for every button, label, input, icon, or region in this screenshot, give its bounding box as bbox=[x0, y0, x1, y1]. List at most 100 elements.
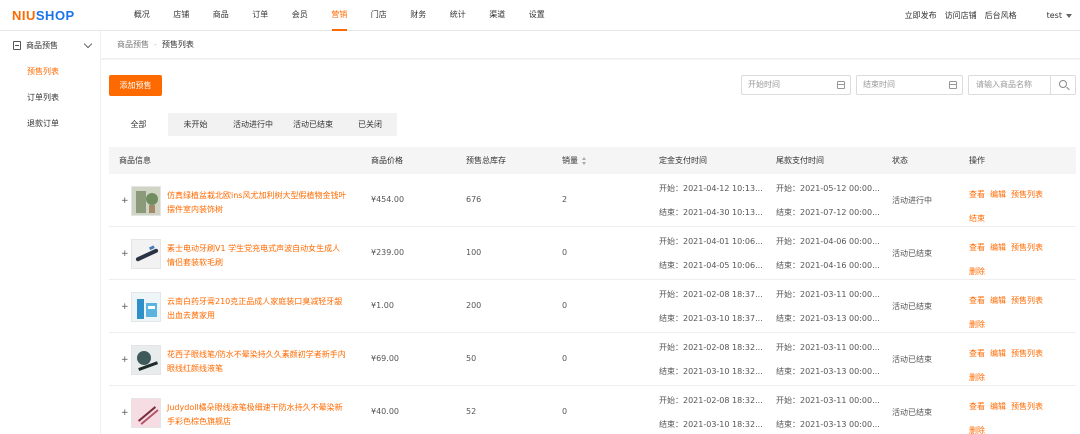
end-time-input[interactable]: 结束时间 bbox=[856, 75, 963, 95]
nav-goods[interactable]: 商品 bbox=[201, 0, 241, 31]
col-sales[interactable]: 销量 bbox=[562, 147, 587, 174]
table-row: + 花西子眼线笔/防水不晕染持久久素颜初学者新手内眼线红颜线液笔 ¥69.00 … bbox=[109, 333, 1076, 386]
nav-overview[interactable]: 概况 bbox=[122, 0, 162, 31]
col-status: 状态 bbox=[892, 156, 908, 165]
delete-link[interactable]: 删除 bbox=[969, 426, 985, 434]
col-operations: 操作 bbox=[969, 156, 985, 165]
nav-stores[interactable]: 门店 bbox=[359, 0, 399, 31]
expand-icon[interactable]: + bbox=[121, 408, 129, 418]
admin-style-link[interactable]: 后台风格 bbox=[985, 10, 1017, 21]
view-link[interactable]: 查看 bbox=[969, 349, 985, 358]
edit-link[interactable]: 编辑 bbox=[990, 243, 1006, 252]
delete-link[interactable]: 删除 bbox=[969, 320, 985, 329]
deposit-start: 开始：2021-04-01 10:06... bbox=[659, 237, 763, 246]
expand-icon[interactable]: + bbox=[121, 302, 129, 312]
sidebar-item-presale-list[interactable]: 预售列表 bbox=[0, 59, 100, 85]
tab-in-progress[interactable]: 活动进行中 bbox=[223, 113, 283, 136]
view-link[interactable]: 查看 bbox=[969, 243, 985, 252]
status-text: 活动已结束 bbox=[892, 302, 932, 311]
sidebar-item-refund-orders[interactable]: 退款订单 bbox=[0, 111, 100, 137]
calendar-icon bbox=[837, 81, 845, 89]
start-time-placeholder: 开始时间 bbox=[748, 80, 780, 89]
delete-link[interactable]: 删除 bbox=[969, 267, 985, 276]
publish-link[interactable]: 立即发布 bbox=[905, 10, 937, 21]
sidebar-item-order-list[interactable]: 订单列表 bbox=[0, 85, 100, 111]
user-menu[interactable]: test bbox=[1039, 11, 1072, 20]
tab-all[interactable]: 全部 bbox=[109, 113, 168, 136]
deposit-start: 开始：2021-04-12 10:13... bbox=[659, 184, 763, 193]
final-end: 结束：2021-03-13 00:00... bbox=[776, 314, 880, 323]
product-search-input[interactable]: 请输入商品名称 bbox=[968, 75, 1076, 95]
edit-link[interactable]: 编辑 bbox=[990, 296, 1006, 305]
sidebar-group-presale[interactable]: 商品预售 bbox=[0, 31, 100, 59]
sort-icon[interactable] bbox=[582, 156, 587, 165]
expand-icon[interactable]: + bbox=[121, 249, 129, 259]
table-row: + Judydoll橘朵眼线液笔极细速干防水持久不晕染新手彩色棕色旗舰店 ¥40… bbox=[109, 386, 1076, 434]
expand-icon[interactable]: + bbox=[121, 196, 129, 206]
presale-list-link[interactable]: 预售列表 bbox=[1011, 190, 1043, 199]
presale-list-link[interactable]: 预售列表 bbox=[1011, 402, 1043, 411]
row-operations: 查看 编辑 预售列表结束 bbox=[969, 183, 1069, 231]
logo[interactable]: NIUSHOP bbox=[12, 8, 75, 23]
breadcrumb-parent[interactable]: 商品预售 bbox=[117, 39, 149, 50]
product-price: ¥1.00 bbox=[371, 301, 394, 310]
product-name-link[interactable]: 云南白药牙膏210克正品成人家庭装口臭减轻牙龈出血去黄家用 bbox=[167, 295, 347, 323]
nav-marketing[interactable]: 营销 bbox=[320, 0, 360, 31]
final-end: 结束：2021-03-13 00:00... bbox=[776, 420, 880, 429]
breadcrumb-current: 预售列表 bbox=[161, 40, 194, 49]
expand-icon[interactable]: + bbox=[121, 355, 129, 365]
tab-ended[interactable]: 活动已结束 bbox=[283, 113, 343, 136]
sidebar-group-label: 商品预售 bbox=[26, 40, 58, 50]
nav-orders[interactable]: 订单 bbox=[241, 0, 281, 31]
col-price: 商品价格 bbox=[371, 156, 403, 165]
sidebar: 商品预售 预售列表 订单列表 退款订单 bbox=[0, 31, 101, 434]
product-name-link[interactable]: 素士电动牙刷V1 学生党充电式声波自动女生成人情侣套装软毛刷 bbox=[167, 242, 347, 270]
col-deposit-time: 定金支付时间 bbox=[659, 156, 707, 165]
edit-link[interactable]: 编辑 bbox=[990, 190, 1006, 199]
search-placeholder: 请输入商品名称 bbox=[976, 80, 1032, 89]
nav-store[interactable]: 店铺 bbox=[162, 0, 202, 31]
nav-settings[interactable]: 设置 bbox=[517, 0, 557, 31]
end-link[interactable]: 结束 bbox=[969, 214, 985, 223]
view-link[interactable]: 查看 bbox=[969, 190, 985, 199]
calendar-icon bbox=[949, 81, 957, 89]
product-thumbnail bbox=[131, 398, 161, 428]
row-operations: 查看 编辑 预售列表删除 bbox=[969, 342, 1069, 390]
product-name-link[interactable]: Judydoll橘朵眼线液笔极细速干防水持久不晕染新手彩色棕色旗舰店 bbox=[167, 401, 347, 429]
deposit-start: 开始：2021-02-08 18:32... bbox=[659, 343, 763, 352]
deposit-start: 开始：2021-02-08 18:37... bbox=[659, 290, 763, 299]
deposit-end: 结束：2021-03-10 18:37... bbox=[659, 314, 763, 323]
nav-members[interactable]: 会员 bbox=[280, 0, 320, 31]
col-sales-label: 销量 bbox=[562, 156, 578, 165]
col-stock: 预售总库存 bbox=[466, 156, 506, 165]
sales-count: 0 bbox=[562, 354, 568, 363]
product-name-link[interactable]: 仿真绿植盆栽北欧ins风尤加利树大型假植物金钱叶摆件室内装饰树 bbox=[167, 189, 347, 217]
search-button[interactable] bbox=[1050, 76, 1075, 94]
status-tabs: 全部 未开始 活动进行中 活动已结束 已关闭 bbox=[109, 113, 397, 136]
view-link[interactable]: 查看 bbox=[969, 296, 985, 305]
chevron-down-icon bbox=[83, 39, 93, 49]
nav-stats[interactable]: 统计 bbox=[438, 0, 478, 31]
presale-stock: 52 bbox=[466, 407, 477, 416]
presale-list-link[interactable]: 预售列表 bbox=[1011, 296, 1043, 305]
product-name-link[interactable]: 花西子眼线笔/防水不晕染持久久素颜初学者新手内眼线红颜线液笔 bbox=[167, 348, 347, 376]
status-text: 活动已结束 bbox=[892, 355, 932, 364]
deposit-start: 开始：2021-02-08 18:32... bbox=[659, 396, 763, 405]
final-start: 开始：2021-04-06 00:00... bbox=[776, 237, 880, 246]
top-bar: NIUSHOP 概况 店铺 商品 订单 会员 营销 门店 财务 统计 渠道 设置… bbox=[0, 0, 1080, 31]
presale-stock: 50 bbox=[466, 354, 477, 363]
edit-link[interactable]: 编辑 bbox=[990, 349, 1006, 358]
add-presale-button[interactable]: 添加预售 bbox=[109, 75, 162, 96]
tab-not-started[interactable]: 未开始 bbox=[168, 113, 223, 136]
presale-list-link[interactable]: 预售列表 bbox=[1011, 349, 1043, 358]
edit-link[interactable]: 编辑 bbox=[990, 402, 1006, 411]
tab-closed[interactable]: 已关闭 bbox=[343, 113, 397, 136]
start-time-input[interactable]: 开始时间 bbox=[741, 75, 851, 95]
nav-finance[interactable]: 财务 bbox=[399, 0, 439, 31]
presale-list-link[interactable]: 预售列表 bbox=[1011, 243, 1043, 252]
visit-store-link[interactable]: 访问店铺 bbox=[945, 10, 977, 21]
nav-channels[interactable]: 渠道 bbox=[478, 0, 518, 31]
view-link[interactable]: 查看 bbox=[969, 402, 985, 411]
delete-link[interactable]: 删除 bbox=[969, 373, 985, 382]
deposit-end: 结束：2021-03-10 18:32... bbox=[659, 367, 763, 376]
